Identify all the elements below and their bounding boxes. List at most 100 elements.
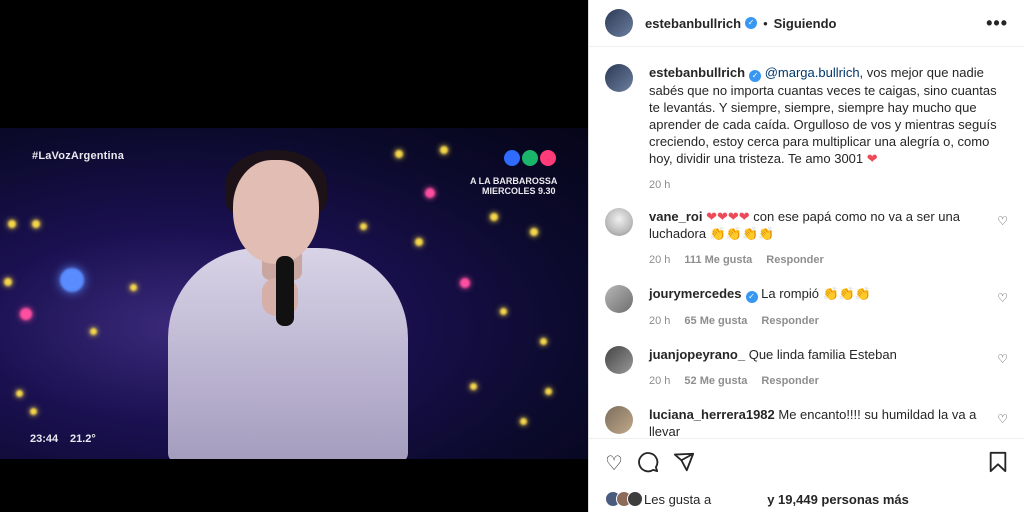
post-panel: estebanbullrich ✓ • Siguiendo ••• esteba… [588, 0, 1024, 512]
broadcast-temperature: 21.2° [70, 433, 96, 445]
reply-button[interactable]: Responder [761, 313, 818, 330]
comment-meta: 20 h 111 Me gusta Responder [649, 252, 1007, 269]
like-comment-heart-icon[interactable]: ♡ [997, 352, 1008, 366]
likes-prefix: Les gusta a [644, 491, 712, 507]
verified-icon: ✓ [745, 291, 758, 303]
save-bookmark-svg [989, 451, 1007, 472]
stage-light [60, 268, 84, 292]
hearts-emoji: ❤❤❤❤ [706, 209, 750, 224]
author-username[interactable]: estebanbullrich [645, 16, 741, 31]
caption: estebanbullrich ✓ @marga.bullrich, vos me… [605, 64, 1008, 194]
stage-light [520, 418, 527, 425]
comment-text: La rompió [761, 286, 823, 301]
comment-item: vane_roi ❤❤❤❤ con ese papá como no va a … [605, 208, 1008, 269]
promo-line-2: MIERCOLES 9.30 [482, 186, 556, 196]
liker-avatar [627, 491, 643, 507]
save-bookmark-icon[interactable] [988, 451, 1008, 477]
more-options-icon[interactable]: ••• [986, 13, 1008, 34]
stage-light [545, 388, 552, 395]
stage-light [500, 308, 507, 315]
stage-light [30, 408, 37, 415]
comment-body: luciana_herrera1982 Me encanto!!!! su hu… [649, 406, 1007, 438]
stage-light [460, 278, 470, 288]
verified-icon: ✓ [745, 17, 758, 29]
author-avatar[interactable] [605, 9, 633, 37]
promo-line-1: A LA BARBAROSSA [470, 176, 558, 186]
logo-dot-blue [504, 150, 520, 166]
commenter-avatar[interactable] [605, 285, 633, 313]
comment-body: juanjopeyrano_ Que linda familia Esteban… [649, 346, 1007, 390]
caption-text: , vos mejor que nadie sabés que no impor… [649, 65, 997, 166]
comment-meta: 20 h 65 Me gusta Responder [649, 313, 1007, 330]
likes-summary: Les gusta a y 19,449 personas más [605, 488, 1008, 510]
like-heart-icon[interactable]: ♡ [605, 454, 623, 474]
stage-light [8, 220, 16, 228]
comment-text: Que linda familia Esteban [748, 347, 897, 362]
commenter-username[interactable]: juanjopeyrano_ [649, 347, 745, 362]
following-button[interactable]: Siguiendo [774, 16, 837, 31]
comment-body: jourymercedes ✓ La rompió 👏👏👏 20 h 65 Me … [649, 285, 1007, 330]
caption-body: estebanbullrich ✓ @marga.bullrich, vos me… [649, 64, 1007, 194]
comments-section[interactable]: estebanbullrich ✓ @marga.bullrich, vos me… [589, 48, 1024, 438]
stage-light [90, 328, 97, 335]
share-send-icon[interactable] [673, 451, 695, 477]
channel-logo [504, 150, 556, 166]
caption-mention[interactable]: @marga.bullrich [765, 65, 860, 80]
stage-light [425, 188, 435, 198]
reply-button[interactable]: Responder [766, 252, 823, 269]
stage-light [20, 308, 32, 320]
caption-time[interactable]: 20 h [649, 177, 670, 194]
commenter-username[interactable]: luciana_herrera1982 [649, 407, 775, 422]
like-comment-heart-icon[interactable]: ♡ [997, 412, 1008, 426]
stage-light [415, 238, 423, 246]
reply-button[interactable]: Responder [761, 373, 818, 390]
comment-time[interactable]: 20 h [649, 313, 670, 330]
comment-meta: 20 h 52 Me gusta Responder [649, 373, 1007, 390]
red-heart-emoji: ❤ [866, 151, 878, 166]
header-separator: • [763, 15, 768, 31]
comment-item: luciana_herrera1982 Me encanto!!!! su hu… [605, 406, 1008, 438]
liker-avatars[interactable] [605, 491, 643, 507]
logo-dot-green [522, 150, 538, 166]
comment-bubble-svg [638, 451, 659, 472]
caption-username[interactable]: estebanbullrich [649, 65, 745, 80]
comment-likes[interactable]: 65 Me gusta [684, 313, 747, 330]
caption-avatar[interactable] [605, 64, 633, 92]
share-send-svg [673, 452, 695, 471]
stage-light [470, 383, 477, 390]
comment-body: vane_roi ❤❤❤❤ con ese papá como no va a … [649, 208, 1007, 269]
comment-time[interactable]: 20 h [649, 252, 670, 269]
singer-face [233, 160, 319, 264]
clap-emoji: 👏👏👏 [822, 286, 872, 301]
stage-light [440, 146, 448, 154]
post-actions: ♡ [589, 438, 1024, 488]
like-comment-heart-icon[interactable]: ♡ [997, 291, 1008, 305]
logo-dot-pink [540, 150, 556, 166]
caption-meta: 20 h [649, 177, 1007, 194]
likes-count[interactable]: y 19,449 personas más [767, 492, 909, 507]
commenter-username[interactable]: vane_roi [649, 209, 702, 224]
broadcast-clock: 23:44 [30, 433, 59, 445]
commenter-avatar[interactable] [605, 346, 633, 374]
comment-time[interactable]: 20 h [649, 373, 670, 390]
stage-light [490, 213, 498, 221]
media-panel: #LaVozArgentina A LA BARBAROSSA MIERCOLE… [0, 0, 588, 512]
commenter-avatar[interactable] [605, 208, 633, 236]
comment-item: juanjopeyrano_ Que linda familia Esteban… [605, 346, 1008, 390]
comment-likes[interactable]: 111 Me gusta [684, 252, 752, 269]
commenter-username[interactable]: jourymercedes [649, 286, 742, 301]
microphone [276, 256, 294, 326]
stage-light [16, 390, 23, 397]
like-comment-heart-icon[interactable]: ♡ [997, 214, 1008, 228]
verified-icon: ✓ [749, 70, 762, 82]
comment-bubble-icon[interactable] [637, 451, 659, 477]
commenter-avatar[interactable] [605, 406, 633, 434]
stage-light [32, 220, 40, 228]
comment-likes[interactable]: 52 Me gusta [684, 373, 747, 390]
stage-light [395, 150, 403, 158]
stage-light [530, 228, 538, 236]
stage-light [360, 223, 367, 230]
app-root: #LaVozArgentina A LA BARBAROSSA MIERCOLE… [0, 0, 1024, 512]
post-header: estebanbullrich ✓ • Siguiendo ••• [589, 0, 1024, 47]
stage-light [4, 278, 12, 286]
